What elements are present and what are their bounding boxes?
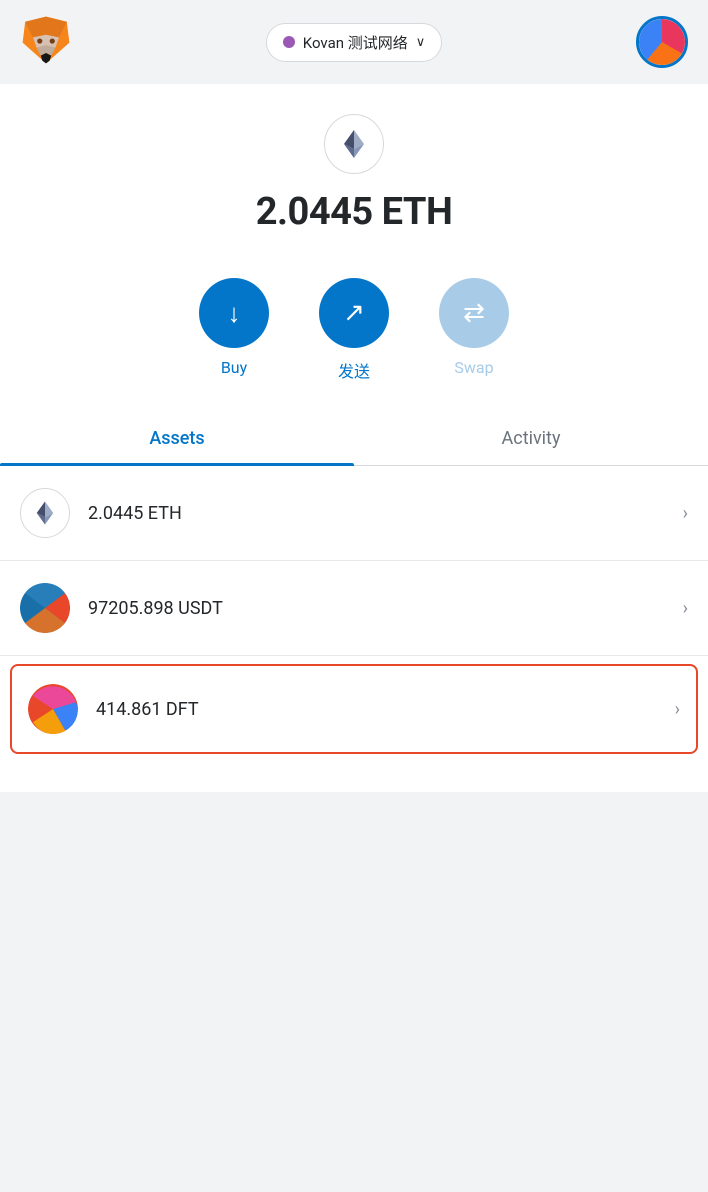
- balance-section: 2.0445 ETH: [0, 84, 708, 254]
- asset-item-eth[interactable]: 2.0445 ETH ›: [0, 466, 708, 561]
- send-label: 发送: [338, 358, 370, 382]
- account-avatar[interactable]: [636, 16, 688, 68]
- eth-balance: 2.0445 ETH: [256, 190, 453, 234]
- swap-action[interactable]: ⇄ Swap: [439, 278, 509, 382]
- dft-balance-label: 414.861 DFT: [96, 699, 675, 720]
- usdt-icon-svg: [20, 583, 70, 633]
- eth-token-icon: [20, 488, 70, 538]
- send-action[interactable]: ↗ 发送: [319, 278, 389, 382]
- send-icon: ↗: [343, 298, 365, 328]
- eth-chevron-icon: ›: [683, 503, 688, 524]
- eth-balance-label: 2.0445 ETH: [88, 503, 683, 524]
- network-status-dot: [283, 36, 295, 48]
- metamask-logo[interactable]: [20, 14, 72, 70]
- eth-logo-circle: [324, 114, 384, 174]
- asset-item-usdt[interactable]: 97205.898 USDT ›: [0, 561, 708, 656]
- asset-list: 2.0445 ETH › 97205.898 USDT ›: [0, 466, 708, 754]
- dft-token-icon: [28, 684, 78, 734]
- buy-icon: ↓: [228, 298, 241, 329]
- ethereum-small-icon: [31, 499, 59, 527]
- buy-action[interactable]: ↓ Buy: [199, 278, 269, 382]
- asset-item-dft[interactable]: 414.861 DFT ›: [10, 664, 698, 754]
- header: Kovan 测试网络 ∨: [0, 0, 708, 84]
- tab-bar: Assets Activity: [0, 412, 708, 466]
- main-content: 2.0445 ETH ↓ Buy ↗ 发送 ⇄ Swap Assets Act: [0, 84, 708, 792]
- buy-button[interactable]: ↓: [199, 278, 269, 348]
- avatar-color-orb: [639, 19, 685, 65]
- chevron-down-icon: ∨: [416, 35, 426, 50]
- tab-activity[interactable]: Activity: [354, 412, 708, 465]
- network-name: Kovan 测试网络: [303, 32, 408, 53]
- usdt-token-icon: [20, 583, 70, 633]
- dft-chevron-icon: ›: [675, 699, 680, 720]
- usdt-balance-label: 97205.898 USDT: [88, 598, 683, 619]
- send-button[interactable]: ↗: [319, 278, 389, 348]
- action-buttons: ↓ Buy ↗ 发送 ⇄ Swap: [0, 254, 708, 412]
- ethereum-icon: [337, 127, 371, 161]
- dft-icon-svg: [28, 684, 78, 734]
- network-selector[interactable]: Kovan 测试网络 ∨: [266, 23, 443, 62]
- buy-label: Buy: [221, 358, 247, 377]
- usdt-chevron-icon: ›: [683, 598, 688, 619]
- tab-assets[interactable]: Assets: [0, 412, 354, 465]
- swap-label: Swap: [454, 358, 493, 377]
- swap-icon: ⇄: [463, 298, 485, 328]
- swap-button[interactable]: ⇄: [439, 278, 509, 348]
